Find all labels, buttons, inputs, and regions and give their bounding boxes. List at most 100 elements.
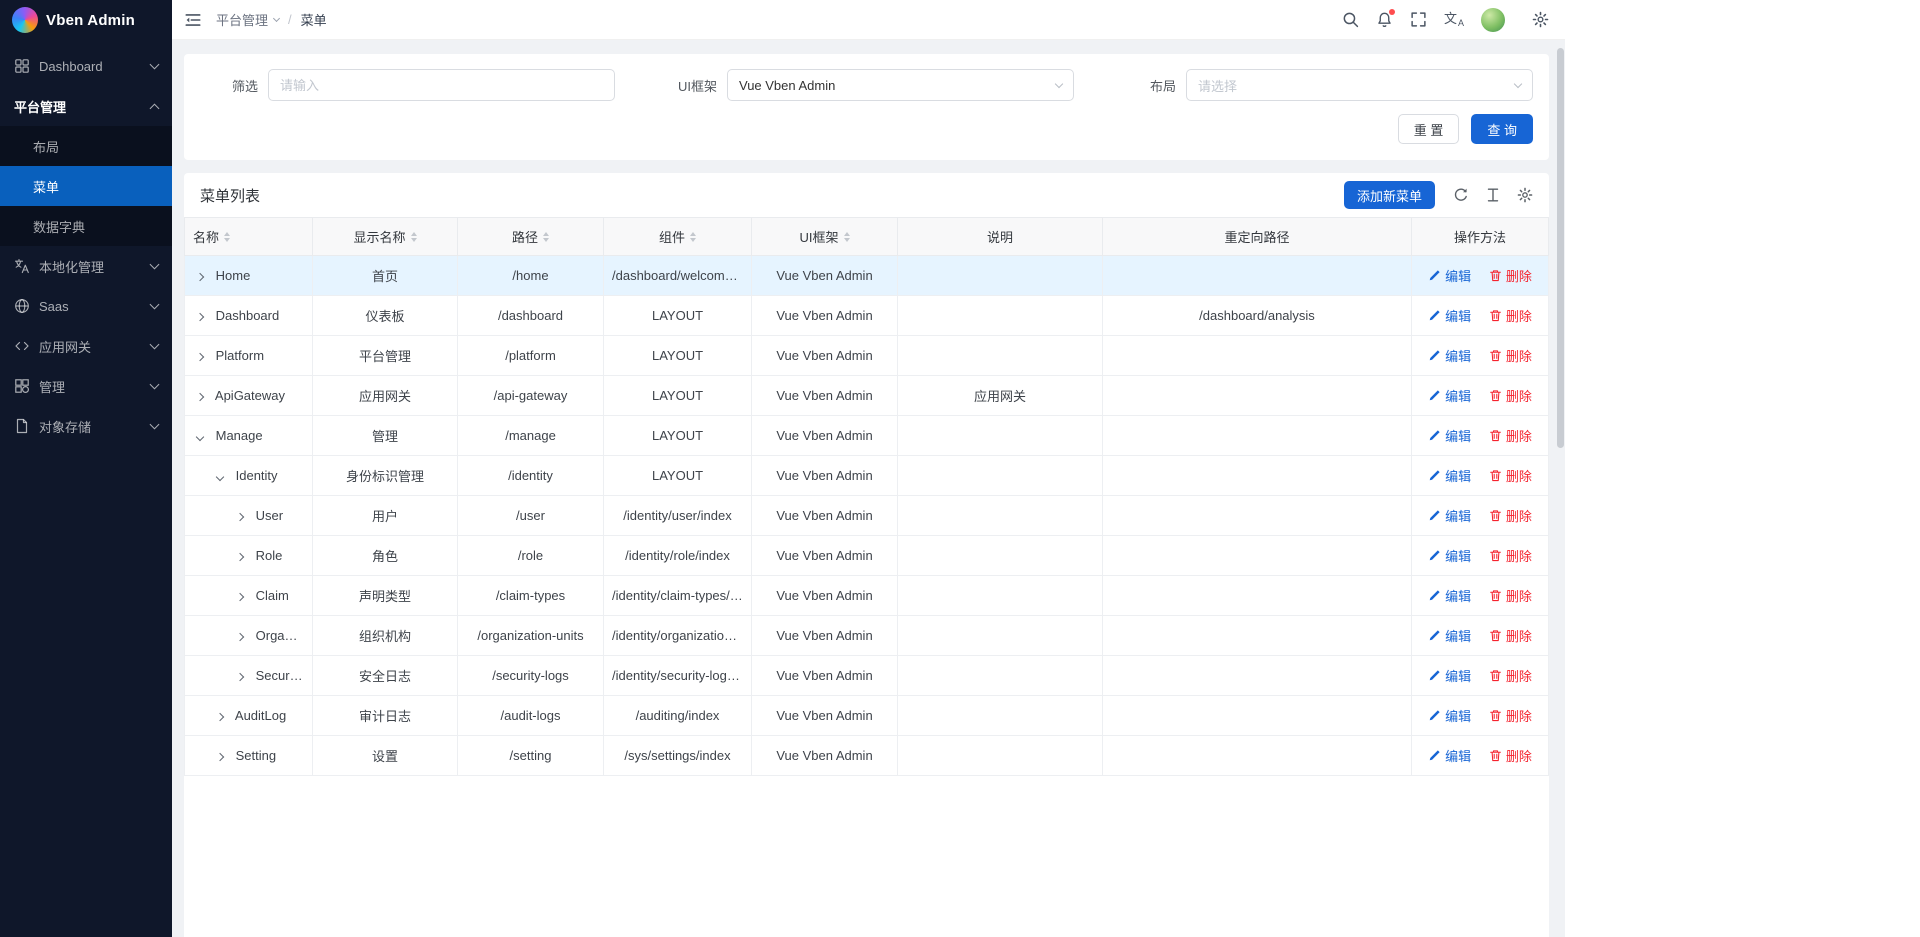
expand-chevron-icon[interactable]: [196, 313, 204, 321]
expand-chevron-icon[interactable]: [236, 553, 244, 561]
edit-button[interactable]: 编辑: [1428, 586, 1471, 605]
pencil-icon: [1428, 269, 1441, 282]
table-row[interactable]: AuditLog 审计日志 /audit-logs /auditing/inde…: [185, 696, 1549, 736]
expand-chevron-icon[interactable]: [216, 473, 224, 481]
table-settings-gear-icon[interactable]: [1517, 187, 1533, 203]
edit-button[interactable]: 编辑: [1428, 466, 1471, 485]
table-row[interactable]: ApiGateway 应用网关 /api-gateway LAYOUT Vue …: [185, 376, 1549, 416]
edit-button[interactable]: 编辑: [1428, 346, 1471, 365]
table-row[interactable]: Dashboard 仪表板 /dashboard LAYOUT Vue Vben…: [185, 296, 1549, 336]
row-name: Security...: [256, 668, 313, 683]
sidebar-item-manage[interactable]: 管理: [0, 366, 172, 406]
search-icon[interactable]: [1342, 11, 1359, 28]
edit-button[interactable]: 编辑: [1428, 626, 1471, 645]
edit-button[interactable]: 编辑: [1428, 666, 1471, 685]
search-button[interactable]: 查 询: [1471, 114, 1533, 144]
column-header[interactable]: 说明: [898, 218, 1103, 256]
delete-button[interactable]: 删除: [1489, 386, 1532, 405]
column-header[interactable]: 显示名称: [313, 218, 458, 256]
reset-button[interactable]: 重 置: [1398, 114, 1460, 144]
delete-button[interactable]: 删除: [1489, 346, 1532, 365]
trash-icon: [1489, 549, 1502, 562]
sort-icon[interactable]: [844, 232, 850, 242]
sidebar-item-localization[interactable]: 本地化管理: [0, 246, 172, 286]
breadcrumb-platform[interactable]: 平台管理: [216, 10, 279, 29]
column-header[interactable]: 路径: [458, 218, 604, 256]
edit-button[interactable]: 编辑: [1428, 506, 1471, 525]
scrollbar-thumb[interactable]: [1557, 48, 1564, 448]
delete-button[interactable]: 删除: [1489, 426, 1532, 445]
edit-button[interactable]: 编辑: [1428, 306, 1471, 325]
sort-icon[interactable]: [543, 232, 549, 242]
delete-button[interactable]: 删除: [1489, 506, 1532, 525]
sort-icon[interactable]: [411, 232, 417, 242]
keyword-input[interactable]: [268, 69, 615, 101]
table-row[interactable]: Role 角色 /role /identity/role/index Vue V…: [185, 536, 1549, 576]
menu-fold-icon[interactable]: [184, 11, 202, 29]
edit-button[interactable]: 编辑: [1428, 706, 1471, 725]
sort-icon[interactable]: [690, 232, 696, 242]
delete-button[interactable]: 删除: [1489, 706, 1532, 725]
table-row[interactable]: Organiz... 组织机构 /organization-units /ide…: [185, 616, 1549, 656]
column-header[interactable]: 名称: [185, 218, 313, 256]
fullscreen-icon[interactable]: [1410, 11, 1427, 28]
sidebar-item-object-storage[interactable]: 对象存储: [0, 406, 172, 446]
edit-button[interactable]: 编辑: [1428, 746, 1471, 765]
table-row[interactable]: Setting 设置 /setting /sys/settings/index …: [185, 736, 1549, 776]
expand-chevron-icon[interactable]: [216, 713, 224, 721]
table-row[interactable]: Claim 声明类型 /claim-types /identity/claim-…: [185, 576, 1549, 616]
delete-button[interactable]: 删除: [1489, 746, 1532, 765]
table-row[interactable]: Manage 管理 /manage LAYOUT Vue Vben Admin: [185, 416, 1549, 456]
vben-logo-icon: [12, 7, 38, 33]
row-height-icon[interactable]: [1485, 187, 1501, 203]
expand-chevron-icon[interactable]: [236, 673, 244, 681]
settings-gear-icon[interactable]: [1532, 11, 1549, 28]
delete-button[interactable]: 删除: [1489, 586, 1532, 605]
edit-button[interactable]: 编辑: [1428, 266, 1471, 285]
sidebar-item-layout[interactable]: 布局: [0, 126, 172, 166]
table-row[interactable]: Home 首页 /home /dashboard/welcome/in... V…: [185, 256, 1549, 296]
delete-button[interactable]: 删除: [1489, 666, 1532, 685]
delete-button[interactable]: 删除: [1489, 626, 1532, 645]
refresh-icon[interactable]: [1453, 187, 1469, 203]
sidebar-item-api-gateway[interactable]: 应用网关: [0, 326, 172, 366]
delete-button[interactable]: 删除: [1489, 466, 1532, 485]
avatar[interactable]: [1481, 8, 1505, 32]
sort-icon[interactable]: [224, 232, 230, 242]
description-cell: [898, 696, 1103, 736]
expand-chevron-icon[interactable]: [236, 593, 244, 601]
column-header[interactable]: UI框架: [752, 218, 898, 256]
table-row[interactable]: User 用户 /user /identity/user/index Vue V…: [185, 496, 1549, 536]
notification-bell-icon[interactable]: [1376, 11, 1393, 28]
expand-chevron-icon[interactable]: [236, 513, 244, 521]
column-header[interactable]: 组件: [604, 218, 752, 256]
expand-chevron-icon[interactable]: [196, 353, 204, 361]
ui-framework-select[interactable]: Vue Vben Admin: [727, 69, 1074, 101]
sidebar-item-saas[interactable]: Saas: [0, 286, 172, 326]
table-row[interactable]: Platform 平台管理 /platform LAYOUT Vue Vben …: [185, 336, 1549, 376]
edit-button[interactable]: 编辑: [1428, 546, 1471, 565]
expand-chevron-icon[interactable]: [236, 633, 244, 641]
translate-icon[interactable]: 文A: [1444, 12, 1464, 28]
expand-chevron-icon[interactable]: [216, 753, 224, 761]
delete-button[interactable]: 删除: [1489, 306, 1532, 325]
delete-button[interactable]: 删除: [1489, 546, 1532, 565]
expand-chevron-icon[interactable]: [196, 393, 204, 401]
expand-chevron-icon[interactable]: [196, 273, 204, 281]
column-header[interactable]: 操作方法: [1412, 218, 1549, 256]
chevron-down-icon: [150, 60, 160, 70]
add-menu-button[interactable]: 添加新菜单: [1344, 181, 1435, 209]
sidebar-item-platform[interactable]: 平台管理: [0, 86, 172, 126]
expand-chevron-icon[interactable]: [196, 433, 204, 441]
table-row[interactable]: Security... 安全日志 /security-logs /identit…: [185, 656, 1549, 696]
sidebar-item-data-dictionary[interactable]: 数据字典: [0, 206, 172, 246]
sidebar-item-dashboard[interactable]: Dashboard: [0, 46, 172, 86]
table-row[interactable]: Identity 身份标识管理 /identity LAYOUT Vue Vbe…: [185, 456, 1549, 496]
column-header[interactable]: 重定向路径: [1103, 218, 1412, 256]
edit-button[interactable]: 编辑: [1428, 386, 1471, 405]
sidebar-item-menu[interactable]: 菜单: [0, 166, 172, 206]
delete-button[interactable]: 删除: [1489, 266, 1532, 285]
logo[interactable]: Vben Admin: [0, 0, 172, 40]
edit-button[interactable]: 编辑: [1428, 426, 1471, 445]
layout-select[interactable]: 请选择: [1186, 69, 1533, 101]
